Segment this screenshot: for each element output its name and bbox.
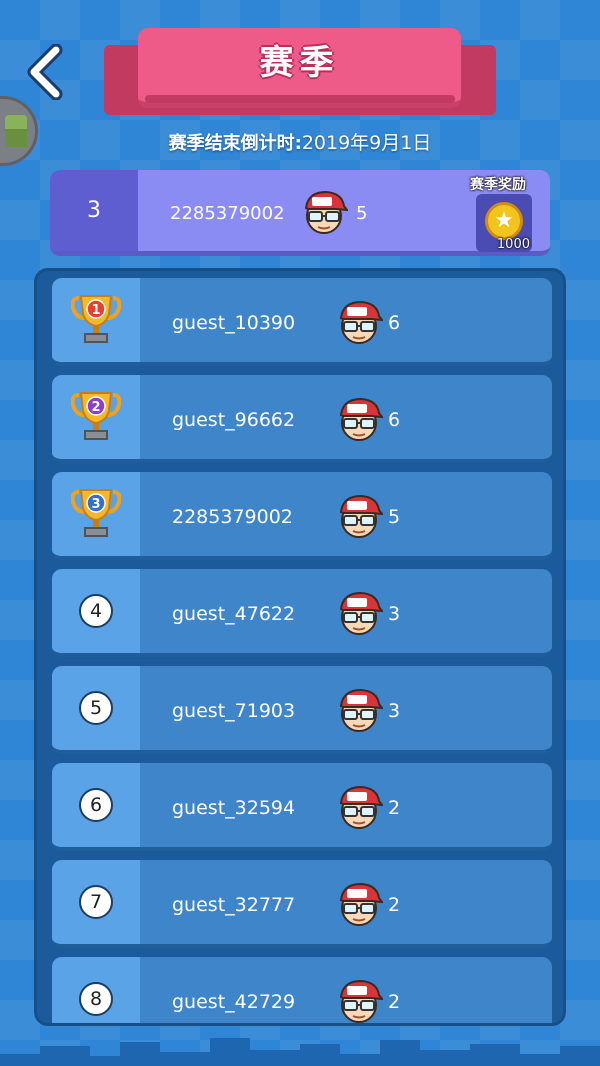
player-score: 2: [388, 797, 401, 819]
rank-number: 5: [79, 691, 113, 725]
player-score: 3: [388, 603, 401, 625]
player-score: 5: [388, 506, 401, 528]
player-score: 3: [388, 700, 401, 722]
player-name: guest_96662: [172, 409, 296, 431]
rank-cell: 5: [52, 666, 140, 750]
rank-cell: 7: [52, 860, 140, 944]
rank-number: 3: [91, 497, 100, 512]
player-avatar-icon: [304, 190, 348, 234]
rank-number: 6: [79, 788, 113, 822]
back-arrow-icon: [27, 43, 63, 101]
player-avatar-icon: [339, 979, 383, 1023]
rank-number: 8: [79, 982, 113, 1016]
leaderboard-row[interactable]: 3 2285379002 5: [52, 472, 552, 560]
countdown-label: 赛季结束倒计时:: [168, 133, 302, 154]
rank-cell: 2: [52, 375, 140, 459]
player-avatar-icon: [339, 688, 383, 732]
coin-icon: ★: [485, 202, 523, 240]
rank-cell: 4: [52, 569, 140, 653]
reward-amount: 1000: [496, 237, 530, 252]
player-avatar-icon: [339, 591, 383, 635]
player-avatar-icon: [339, 397, 383, 441]
title-banner-bar: [145, 95, 455, 103]
page-title: 赛季: [259, 42, 340, 83]
player-name: 2285379002: [172, 506, 293, 528]
player-name: guest_42729: [172, 991, 296, 1013]
player-name: guest_71903: [172, 700, 296, 722]
player-score: 2: [388, 894, 401, 916]
player-name: guest_10390: [172, 312, 296, 334]
player-name: guest_32777: [172, 894, 296, 916]
player-avatar-icon: [339, 882, 383, 926]
player-avatar-icon: [339, 300, 383, 344]
leaderboard-row[interactable]: 5 guest_71903 3: [52, 666, 552, 754]
leaderboard-row[interactable]: 7 guest_32777 2: [52, 860, 552, 948]
city-skyline-decoration: [0, 1038, 600, 1066]
trophy-icon: 2: [71, 392, 121, 440]
my-user-id: 2285379002: [170, 203, 285, 224]
season-reward-label: 赛季奖励: [470, 177, 526, 193]
back-button[interactable]: [22, 43, 66, 101]
player-score: 2: [388, 991, 401, 1013]
season-countdown: 赛季结束倒计时:2019年9月1日: [0, 128, 600, 155]
player-avatar-icon: [339, 494, 383, 538]
leaderboard-row[interactable]: 1 guest_10390 6: [52, 278, 552, 366]
my-rank-number: 3: [50, 170, 138, 251]
rank-cell: 3: [52, 472, 140, 556]
rank-cell: 8: [52, 957, 140, 1023]
rank-number: 4: [79, 594, 113, 628]
rank-number: 7: [79, 885, 113, 919]
player-score: 6: [388, 312, 401, 334]
trophy-icon: 3: [71, 489, 121, 537]
leaderboard-row[interactable]: 6 guest_32594 2: [52, 763, 552, 851]
countdown-date: 2019年9月1日: [301, 132, 432, 154]
rank-number: 1: [91, 303, 100, 318]
player-name: guest_47622: [172, 603, 296, 625]
season-reward-button[interactable]: ★ 1000: [476, 194, 532, 252]
player-score: 6: [388, 409, 401, 431]
leaderboard-row[interactable]: 4 guest_47622 3: [52, 569, 552, 657]
rank-cell: 1: [52, 278, 140, 362]
leaderboard-row[interactable]: 8 guest_42729 2: [52, 957, 552, 1023]
rank-number: 2: [91, 400, 100, 415]
leaderboard-row[interactable]: 2 guest_96662 6: [52, 375, 552, 463]
player-name: guest_32594: [172, 797, 296, 819]
my-score: 5: [356, 203, 368, 224]
trophy-icon: 1: [71, 295, 121, 343]
leaderboard-panel[interactable]: 1 guest_10390 6 2 guest_96662 6 3 2285379002 5 4 g…: [34, 268, 566, 1026]
rank-cell: 6: [52, 763, 140, 847]
player-avatar-icon: [339, 785, 383, 829]
